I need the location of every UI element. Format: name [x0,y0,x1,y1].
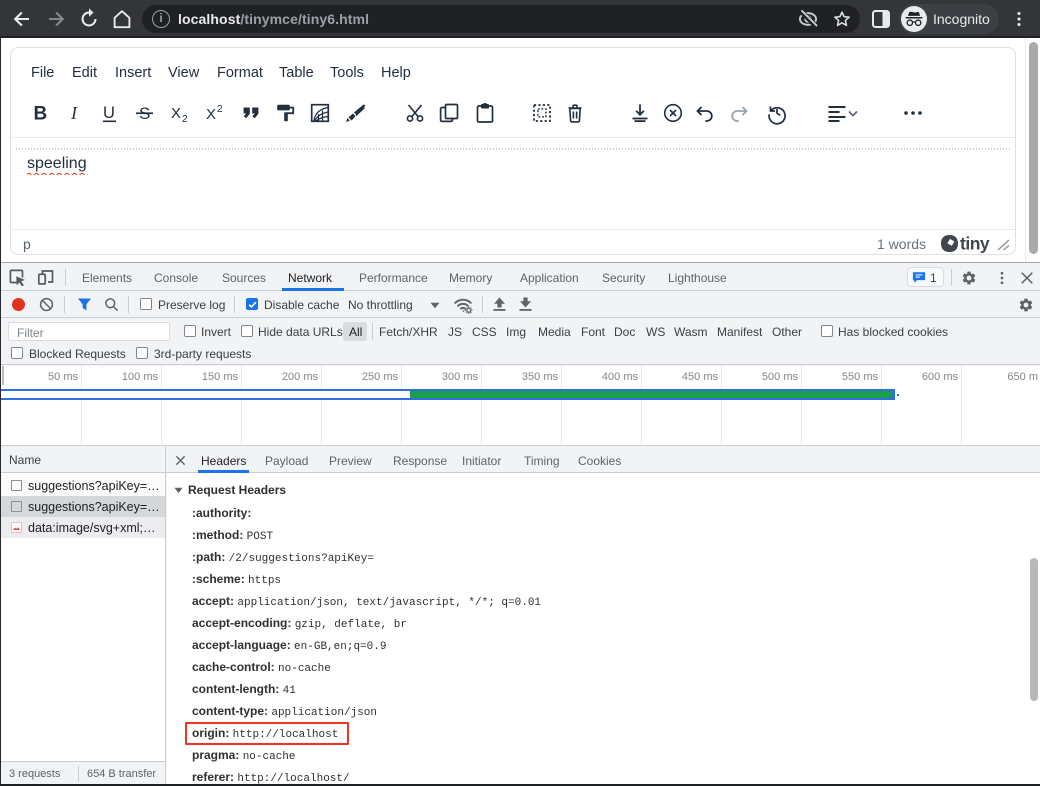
svg-text:I: I [70,103,78,123]
svg-text:U: U [103,104,115,122]
svg-text:2: 2 [217,104,223,115]
svg-text:X: X [206,106,216,123]
svg-text:tiny: tiny [960,234,990,254]
svg-text:B: B [34,104,48,125]
svg-text:2: 2 [182,114,188,125]
svg-text:X: X [171,105,181,122]
